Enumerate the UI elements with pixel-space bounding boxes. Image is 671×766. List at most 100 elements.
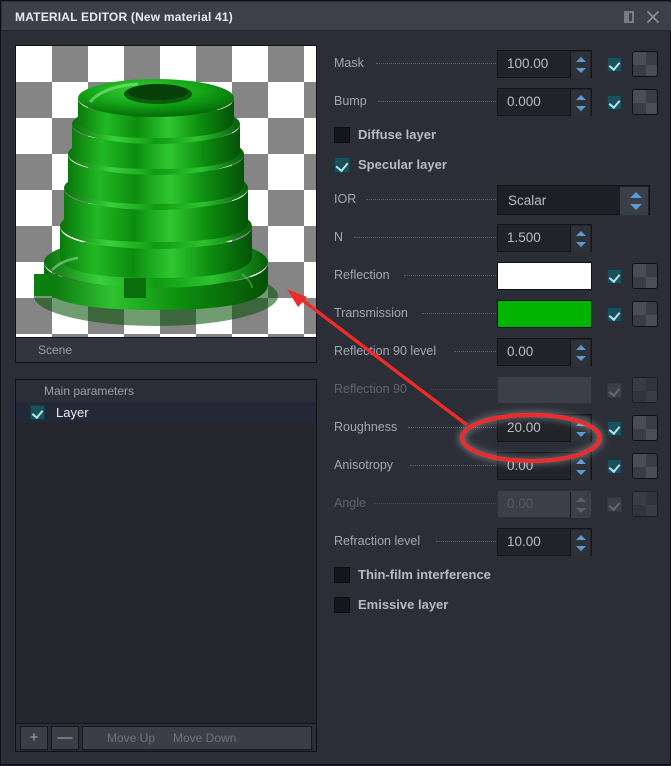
property-row-mask: Mask 100.00	[326, 45, 662, 83]
list-item[interactable]: Layer	[16, 402, 316, 423]
list-item-label: Layer	[56, 405, 89, 420]
preview-render[interactable]	[15, 45, 317, 338]
spinner-control[interactable]	[570, 416, 590, 442]
specular-layer-checkbox[interactable]	[334, 157, 350, 173]
mask-enable-checkbox[interactable]	[607, 57, 622, 72]
spinner-control[interactable]	[570, 530, 590, 556]
remove-layer-button[interactable]: —	[51, 726, 79, 750]
row-label: Reflection 90 level	[334, 344, 437, 358]
roughness-input[interactable]: 20.00	[497, 414, 592, 442]
row-label: Angle	[334, 496, 366, 510]
material-editor-window: MATERIAL EDITOR (New material 41) Scene …	[0, 0, 671, 765]
move-up-button[interactable]: Move Up	[107, 731, 155, 745]
field-value: 100.00	[507, 56, 549, 71]
row-label: Refraction level	[334, 534, 421, 548]
main-parameters-label: Main parameters	[44, 384, 135, 398]
property-row-anisotropy: Anisotropy 0.00	[326, 447, 662, 485]
transmission-texture-button[interactable]	[632, 301, 658, 327]
field-value: 10.00	[507, 534, 541, 549]
toggle-emissive-layer[interactable]: Emissive layer	[326, 591, 662, 621]
bump-enable-checkbox[interactable]	[607, 95, 622, 110]
refraction-level-input[interactable]: 10.00	[497, 528, 592, 556]
dropdown-value: Scalar	[508, 193, 547, 208]
roughness-texture-button[interactable]	[632, 415, 658, 441]
mask-texture-button[interactable]	[632, 51, 658, 77]
title-bar: MATERIAL EDITOR (New material 41)	[2, 2, 671, 31]
emissive-layer-checkbox[interactable]	[334, 597, 350, 613]
reflection-90-level-input[interactable]: 0.00	[497, 338, 592, 366]
row-label: Reflection	[334, 268, 390, 282]
n-input[interactable]: 1.500	[497, 224, 592, 252]
toggle-label: Thin-film interference	[358, 567, 491, 582]
properties-panel: Mask 100.00 Bump 0.000 Diffuse layer Spe…	[326, 45, 662, 621]
restore-icon[interactable]	[621, 9, 637, 25]
ior-dropdown[interactable]: Scalar	[497, 185, 650, 215]
property-row-angle: Angle 0.00	[326, 485, 662, 523]
property-row-n: N 1.500	[326, 219, 662, 257]
reflection-90-input	[497, 376, 592, 404]
reflection-90-enable-checkbox	[607, 383, 622, 398]
toggle-specular-layer[interactable]: Specular layer	[326, 151, 662, 181]
property-row-reflection-90-level: Reflection 90 level 0.00	[326, 333, 662, 371]
toggle-diffuse-layer[interactable]: Diffuse layer	[326, 121, 662, 151]
angle-texture-button	[632, 491, 658, 517]
thin-film-interference-checkbox[interactable]	[334, 567, 350, 583]
spinner-control	[570, 492, 590, 518]
reflection-enable-checkbox[interactable]	[607, 269, 622, 284]
toggle-label: Emissive layer	[358, 597, 449, 612]
row-label: Anisotropy	[334, 458, 394, 472]
bump-input[interactable]: 0.000	[497, 88, 592, 116]
angle-input: 0.00	[497, 490, 592, 518]
chevron-updown-icon[interactable]	[620, 187, 648, 215]
property-row-roughness: Roughness 20.00	[326, 409, 662, 447]
transmission-enable-checkbox[interactable]	[607, 307, 622, 322]
add-layer-button[interactable]: +	[20, 726, 48, 750]
roughness-enable-checkbox[interactable]	[607, 421, 622, 436]
toggle-thin-film-interference[interactable]: Thin-film interference	[326, 561, 662, 591]
reflection-color-swatch[interactable]	[497, 262, 592, 290]
row-label: IOR	[334, 192, 357, 206]
anisotropy-input[interactable]: 0.00	[497, 452, 592, 480]
transmission-color-swatch[interactable]	[497, 300, 592, 328]
row-label: Reflection 90	[334, 382, 407, 396]
spinner-control[interactable]	[570, 52, 590, 78]
material-preview-object	[34, 79, 278, 326]
reflection-texture-button[interactable]	[632, 263, 658, 289]
row-label: N	[334, 230, 344, 244]
anisotropy-enable-checkbox[interactable]	[607, 459, 622, 474]
field-value: 20.00	[507, 420, 541, 435]
field-value: 0.00	[507, 496, 534, 511]
anisotropy-texture-button[interactable]	[632, 453, 658, 479]
angle-enable-checkbox	[607, 497, 622, 512]
layer-visibility-checkbox[interactable]	[30, 405, 45, 420]
layers-toolbar: + — Move Up Move Down	[16, 723, 316, 751]
spinner-control[interactable]	[570, 454, 590, 480]
mask-input[interactable]: 100.00	[497, 50, 592, 78]
bump-texture-button[interactable]	[632, 89, 658, 115]
row-label: Bump	[334, 94, 367, 108]
field-value: 1.500	[507, 230, 541, 245]
property-row-bump: Bump 0.000	[326, 83, 662, 121]
property-row-transmission: Transmission	[326, 295, 662, 333]
spinner-control[interactable]	[570, 90, 590, 116]
row-label: Mask	[334, 56, 364, 70]
diffuse-layer-checkbox[interactable]	[334, 127, 350, 143]
field-value: 0.00	[507, 344, 534, 359]
property-row-refraction-level: Refraction level 10.00	[326, 523, 662, 561]
scene-caption: Scene	[15, 338, 317, 363]
property-row-reflection: Reflection	[326, 257, 662, 295]
field-value: 0.000	[507, 94, 541, 109]
window-title: MATERIAL EDITOR (New material 41)	[15, 10, 233, 24]
reflection-90-texture-button	[632, 377, 658, 403]
property-row-ior: IOR Scalar	[326, 181, 662, 219]
property-row-reflection-90: Reflection 90	[326, 371, 662, 409]
toggle-label: Diffuse layer	[358, 127, 437, 142]
scene-label: Scene	[38, 343, 73, 357]
spinner-control[interactable]	[570, 340, 590, 366]
row-label: Roughness	[334, 420, 398, 434]
layers-panel: Main parameters Layer + — Move Up Move D…	[15, 379, 317, 752]
move-down-button[interactable]: Move Down	[173, 731, 236, 745]
move-buttons-group: Move Up Move Down	[82, 726, 312, 750]
spinner-control[interactable]	[570, 226, 590, 252]
close-icon[interactable]	[645, 9, 661, 25]
